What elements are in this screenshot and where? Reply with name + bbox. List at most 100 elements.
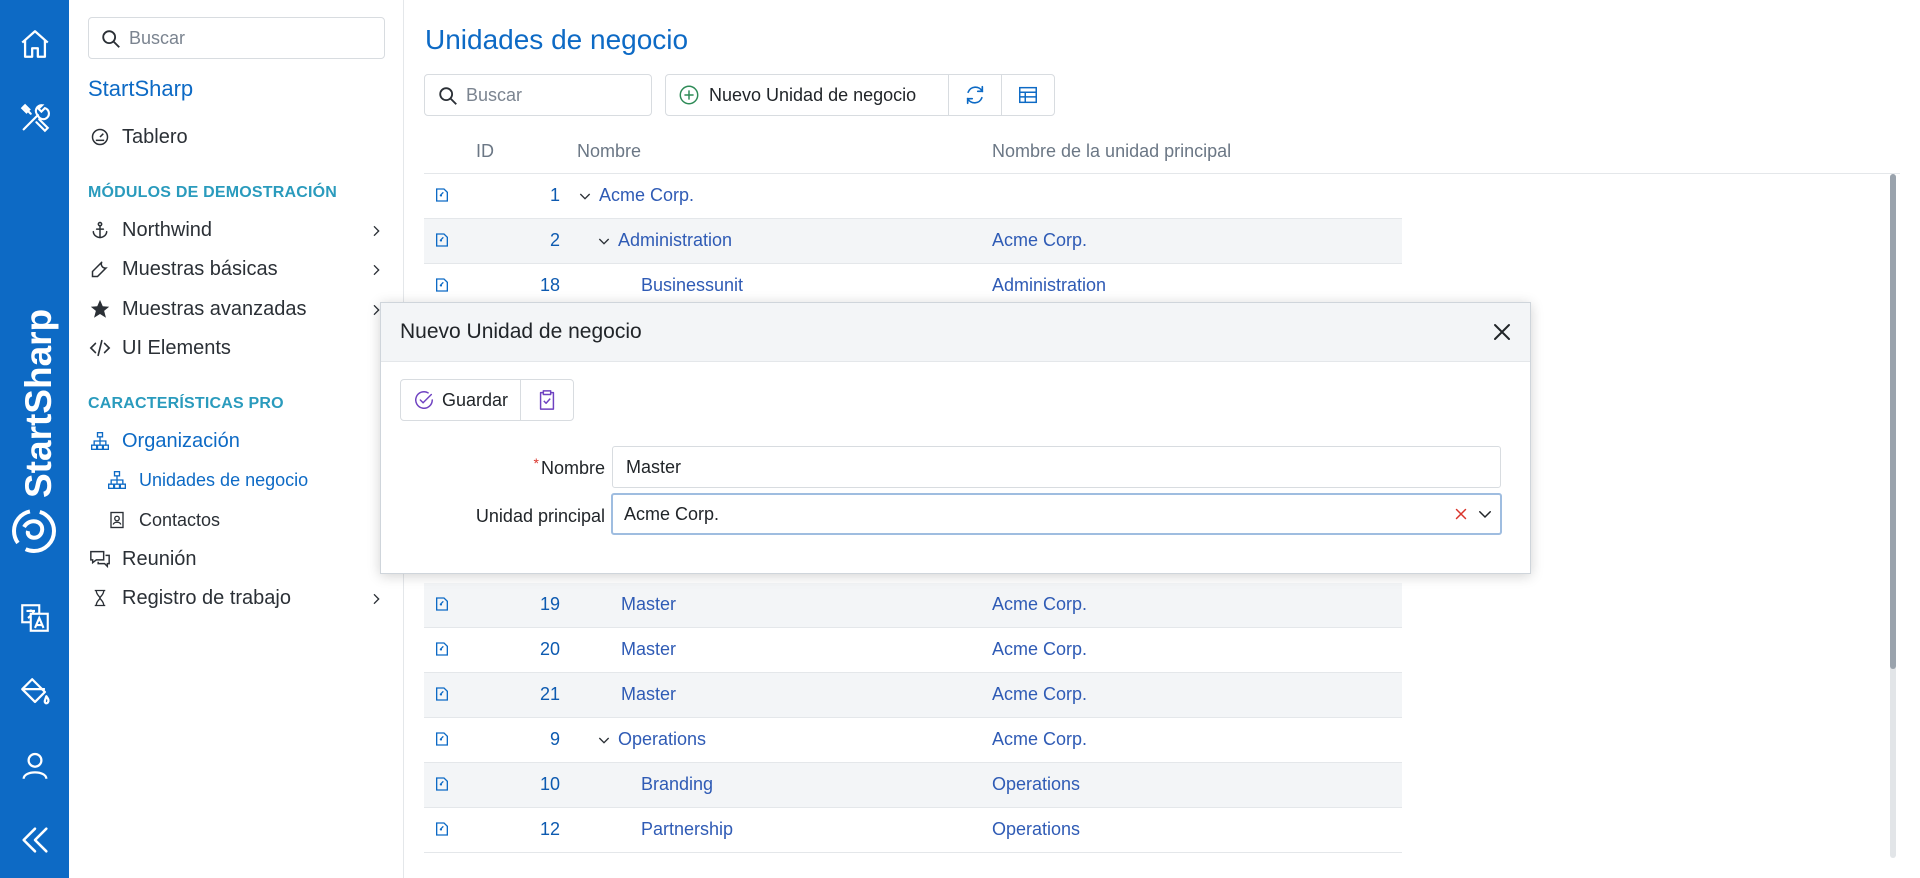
column-picker-button[interactable] <box>1001 75 1054 115</box>
table-row: 12 Partnership Operations <box>424 808 1402 853</box>
cell-name[interactable]: Partnership <box>641 819 733 840</box>
sidebar-item-contacts[interactable]: Contactos <box>105 505 220 535</box>
chat-icon <box>88 547 112 571</box>
chevron-down-icon[interactable] <box>596 732 612 748</box>
table-row: 9 Operations Acme Corp. <box>424 718 1402 763</box>
anchor-icon <box>88 218 112 242</box>
grid-search-input[interactable]: Buscar <box>424 74 652 116</box>
home-icon[interactable] <box>15 24 54 63</box>
cell-name-text: Master <box>621 684 677 704</box>
table-row: 21 Master Acme Corp. <box>424 673 1402 718</box>
sidebar-item-label: Organización <box>122 429 240 452</box>
cell-name[interactable]: Acme Corp. <box>577 185 694 206</box>
column-header-name[interactable]: Nombre <box>577 130 641 173</box>
sidebar-item-work-log[interactable]: Registro de trabajo <box>88 582 400 614</box>
grid-search-placeholder: Buscar <box>466 84 523 105</box>
sidebar-item-meeting[interactable]: Reunión <box>88 543 400 575</box>
edit-row-icon[interactable] <box>434 596 452 614</box>
cell-parent[interactable]: Acme Corp. <box>992 729 1087 750</box>
table-row: 20 Master Acme Corp. <box>424 628 1402 673</box>
save-button[interactable]: Guardar <box>401 380 520 420</box>
chevron-down-icon[interactable] <box>596 233 612 249</box>
new-business-unit-button[interactable]: Nuevo Unidad de negocio <box>666 75 948 115</box>
chevron-right-icon <box>368 222 384 245</box>
chevron-down-icon[interactable] <box>1476 505 1494 523</box>
sidebar-item-label: Tablero <box>122 125 188 148</box>
grid-scrollbar-thumb[interactable] <box>1890 174 1896 669</box>
sidebar-title[interactable]: StartSharp <box>88 76 193 102</box>
cell-id: 9 <box>549 729 560 749</box>
clear-icon[interactable] <box>1452 505 1470 523</box>
refresh-button[interactable] <box>948 75 1001 115</box>
sidebar-item-ui-elements[interactable]: UI Elements <box>88 332 400 364</box>
cell-parent[interactable]: Administration <box>992 275 1106 296</box>
name-label-text: Nombre <box>540 458 605 478</box>
tools-icon[interactable] <box>15 98 54 137</box>
sidebar-item-label: UI Elements <box>122 336 231 359</box>
sidebar-item-dashboard[interactable]: Tablero <box>88 121 400 153</box>
cell-name[interactable]: Administration <box>596 230 732 251</box>
edit-row-icon[interactable] <box>434 821 452 839</box>
cell-name[interactable]: Master <box>621 639 676 660</box>
column-header-id[interactable]: ID <box>476 130 494 173</box>
name-field[interactable]: Master <box>612 446 1501 488</box>
table-columns-icon <box>1017 84 1039 106</box>
cell-parent[interactable]: Acme Corp. <box>992 594 1087 615</box>
cell-parent[interactable]: Acme Corp. <box>992 230 1087 251</box>
edit-row-icon[interactable] <box>434 232 452 250</box>
edit-row-icon[interactable] <box>434 277 452 295</box>
clipboard-check-icon <box>536 389 558 411</box>
paint-bucket-icon[interactable] <box>15 672 54 711</box>
cell-name-text: Businessunit <box>641 275 744 295</box>
user-icon[interactable] <box>15 746 54 785</box>
cell-parent[interactable]: Operations <box>992 819 1080 840</box>
cell-name[interactable]: Operations <box>596 729 706 750</box>
save-button-label: Guardar <box>442 389 509 410</box>
cell-id: 18 <box>539 275 560 295</box>
edit-row-icon[interactable] <box>434 187 452 205</box>
sidebar-item-business-units[interactable]: Unidades de negocio <box>105 465 308 495</box>
parent-unit-select[interactable]: Acme Corp. <box>611 493 1502 535</box>
chevron-down-icon[interactable] <box>577 188 593 204</box>
sidebar-item-basic-samples[interactable]: Muestras básicas <box>88 253 400 285</box>
sitemap-icon <box>88 429 112 453</box>
sidebar-item-northwind[interactable]: Northwind <box>88 214 400 246</box>
parent-unit-label: Unidad principal <box>475 506 605 526</box>
chevron-right-icon <box>368 261 384 284</box>
cell-name-text: Master <box>621 639 677 659</box>
cell-name[interactable]: Branding <box>641 774 713 795</box>
dialog-header: Nuevo Unidad de negocio <box>381 303 1530 362</box>
cell-parent[interactable]: Acme Corp. <box>992 639 1087 660</box>
dialog-toolbar: Guardar <box>400 379 575 421</box>
sidebar-item-advanced-samples[interactable]: Muestras avanzadas <box>88 293 400 325</box>
sitemap-icon <box>105 468 129 492</box>
svg-text:StartSharp: StartSharp <box>18 309 59 498</box>
add-circle-icon <box>678 84 700 106</box>
apply-changes-button[interactable] <box>520 380 573 420</box>
wrench-icon <box>88 257 112 281</box>
dashboard-icon <box>88 125 112 149</box>
cell-name-text: Administration <box>618 230 733 250</box>
sidebar-item-organization[interactable]: Organización <box>88 425 400 457</box>
translate-icon[interactable] <box>15 598 54 637</box>
sidebar-search-input[interactable]: Buscar <box>88 17 385 59</box>
sidebar-item-label: Contactos <box>139 509 221 530</box>
cell-name[interactable]: Businessunit <box>641 275 743 296</box>
close-icon[interactable] <box>1490 320 1514 344</box>
edit-row-icon[interactable] <box>434 686 452 704</box>
edit-row-icon[interactable] <box>434 776 452 794</box>
cell-name[interactable]: Master <box>621 594 676 615</box>
sidebar-item-label: Reunión <box>122 547 197 570</box>
edit-row-icon[interactable] <box>434 641 452 659</box>
cell-parent[interactable]: Acme Corp. <box>992 684 1087 705</box>
brand-logo: StartSharp <box>12 309 59 553</box>
cell-parent[interactable]: Operations <box>992 774 1080 795</box>
sidebar: Buscar StartSharp Tablero MÓDULOS DE DEM… <box>69 0 404 878</box>
column-header-parent[interactable]: Nombre de la unidad principal <box>992 130 1231 173</box>
collapse-icon[interactable] <box>15 820 54 859</box>
cell-name[interactable]: Master <box>621 684 676 705</box>
refresh-icon <box>964 84 986 106</box>
table-row: 19 Master Acme Corp. <box>424 583 1402 628</box>
section-heading-pro: CARACTERÍSTICAS PRO <box>88 395 284 412</box>
edit-row-icon[interactable] <box>434 731 452 749</box>
